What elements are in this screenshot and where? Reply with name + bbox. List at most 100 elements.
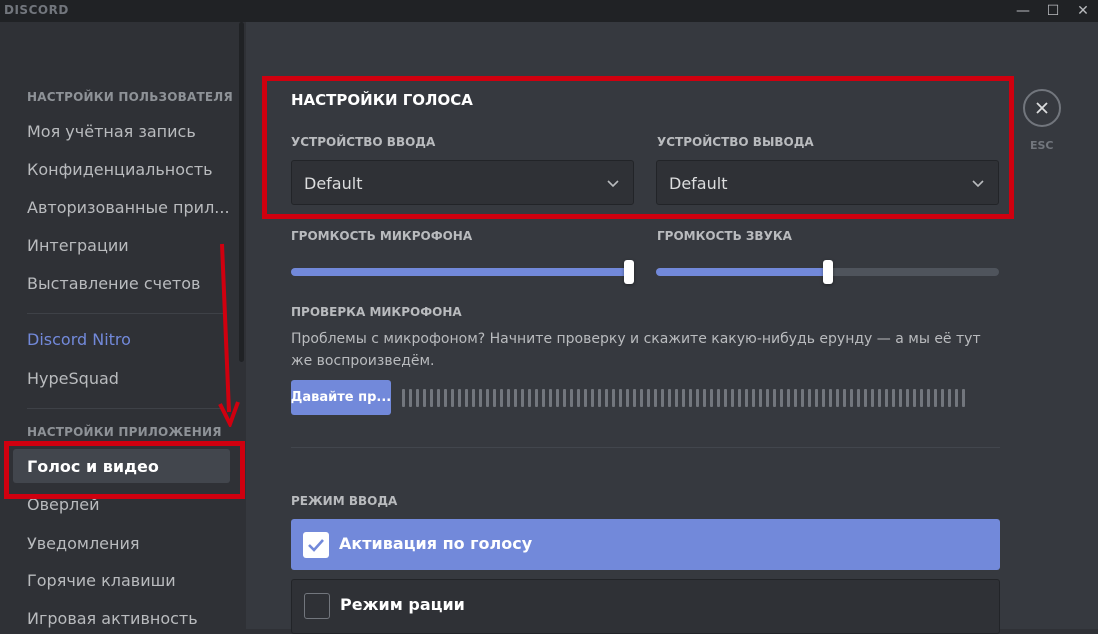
meter-bar — [899, 389, 902, 407]
sound-volume-handle[interactable] — [823, 260, 833, 284]
meter-bar — [752, 389, 755, 407]
meter-bar — [857, 389, 860, 407]
sidebar-item-notifications[interactable]: Уведомления — [27, 534, 140, 553]
meter-bar — [682, 389, 685, 407]
meter-bar — [465, 389, 468, 407]
input-device-select[interactable]: Default — [291, 160, 634, 205]
meter-bar — [864, 389, 867, 407]
mic-test-button[interactable]: Давайте пр... — [291, 380, 391, 415]
input-device-value: Default — [304, 174, 363, 193]
sidebar-item-game-activity[interactable]: Игровая активность — [27, 609, 198, 628]
sound-volume-slider[interactable] — [656, 260, 999, 284]
meter-bar — [563, 389, 566, 407]
chevron-down-icon — [972, 180, 984, 188]
checkbox-unchecked[interactable] — [304, 593, 330, 619]
meter-bar — [640, 389, 643, 407]
sidebar-item-authorized-apps[interactable]: Авторизованные прил... — [27, 198, 230, 217]
meter-bar — [577, 389, 580, 407]
output-device-value: Default — [669, 174, 728, 193]
mic-volume-label: ГРОМКОСТЬ МИКРОФОНА — [291, 229, 473, 243]
meter-bar — [584, 389, 587, 407]
meter-bar — [850, 389, 853, 407]
sidebar-item-nitro[interactable]: Discord Nitro — [27, 330, 131, 349]
close-icon — [1036, 102, 1048, 114]
sidebar-item-hypesquad[interactable]: HypeSquad — [27, 369, 119, 388]
meter-bar — [612, 389, 615, 407]
push-to-talk-option[interactable]: Режим рации — [291, 579, 1000, 634]
checkmark-icon — [308, 539, 324, 552]
sidebar-item-privacy[interactable]: Конфиденциальность — [27, 160, 213, 179]
meter-bar — [444, 389, 447, 407]
meter-bar — [787, 389, 790, 407]
meter-bar — [724, 389, 727, 407]
meter-bar — [913, 389, 916, 407]
meter-bar — [556, 389, 559, 407]
meter-bar — [801, 389, 804, 407]
sidebar-item-my-account[interactable]: Моя учётная запись — [27, 122, 196, 141]
meter-bar — [836, 389, 839, 407]
meter-bar — [710, 389, 713, 407]
checkbox-checked[interactable] — [303, 532, 329, 558]
meter-bar — [892, 389, 895, 407]
sound-volume-label: ГРОМКОСТЬ ЗВУКА — [657, 229, 792, 243]
discord-logo: DISCORD — [4, 3, 69, 17]
sidebar-item-voice-video[interactable]: Голос и видео — [27, 457, 159, 476]
meter-bar — [829, 389, 832, 407]
meter-bar — [871, 389, 874, 407]
meter-bar — [542, 389, 545, 407]
esc-label: ESC — [1030, 139, 1054, 152]
meter-bar — [647, 389, 650, 407]
meter-bar — [934, 389, 937, 407]
meter-bar — [549, 389, 552, 407]
meter-bar — [843, 389, 846, 407]
input-mode-label: РЕЖИМ ВВОДА — [291, 494, 398, 508]
meter-bar — [780, 389, 783, 407]
meter-bar — [822, 389, 825, 407]
minimize-icon[interactable]: — — [1008, 0, 1038, 22]
meter-bar — [759, 389, 762, 407]
meter-bar — [626, 389, 629, 407]
meter-bar — [402, 389, 405, 407]
sidebar-item-keybinds[interactable]: Горячие клавиши — [27, 571, 176, 590]
input-device-label: УСТРОЙСТВО ВВОДА — [291, 135, 436, 149]
meter-bar — [815, 389, 818, 407]
meter-bar — [619, 389, 622, 407]
meter-bar — [703, 389, 706, 407]
meter-bar — [500, 389, 503, 407]
meter-bar — [409, 389, 412, 407]
meter-bar — [906, 389, 909, 407]
meter-bar — [941, 389, 944, 407]
red-arrow-icon — [218, 243, 240, 427]
meter-bar — [514, 389, 517, 407]
app-settings-header: НАСТРОЙКИ ПРИЛОЖЕНИЯ — [27, 425, 222, 439]
meter-bar — [745, 389, 748, 407]
mic-volume-slider[interactable] — [291, 260, 634, 284]
sidebar-item-overlay[interactable]: Оверлей — [27, 495, 100, 514]
close-settings-button[interactable] — [1023, 89, 1061, 127]
maximize-icon[interactable]: ☐ — [1038, 0, 1068, 22]
voice-activity-option[interactable]: Активация по голосу — [291, 519, 1000, 570]
mic-level-meter — [402, 389, 965, 407]
meter-bar — [430, 389, 433, 407]
meter-bar — [696, 389, 699, 407]
push-to-talk-label: Режим рации — [340, 595, 465, 614]
sidebar-item-billing[interactable]: Выставление счетов — [27, 274, 200, 293]
window-close-icon[interactable]: ✕ — [1068, 0, 1098, 22]
meter-bar — [794, 389, 797, 407]
meter-bar — [962, 389, 965, 407]
mic-volume-handle[interactable] — [624, 260, 634, 284]
meter-bar — [948, 389, 951, 407]
meter-bar — [437, 389, 440, 407]
meter-bar — [927, 389, 930, 407]
meter-bar — [661, 389, 664, 407]
meter-bar — [486, 389, 489, 407]
output-device-select[interactable]: Default — [656, 160, 999, 205]
meter-bar — [773, 389, 776, 407]
meter-bar — [423, 389, 426, 407]
sidebar-item-integrations[interactable]: Интеграции — [27, 236, 129, 255]
meter-bar — [654, 389, 657, 407]
meter-bar — [570, 389, 573, 407]
meter-bar — [472, 389, 475, 407]
meter-bar — [668, 389, 671, 407]
meter-bar — [633, 389, 636, 407]
